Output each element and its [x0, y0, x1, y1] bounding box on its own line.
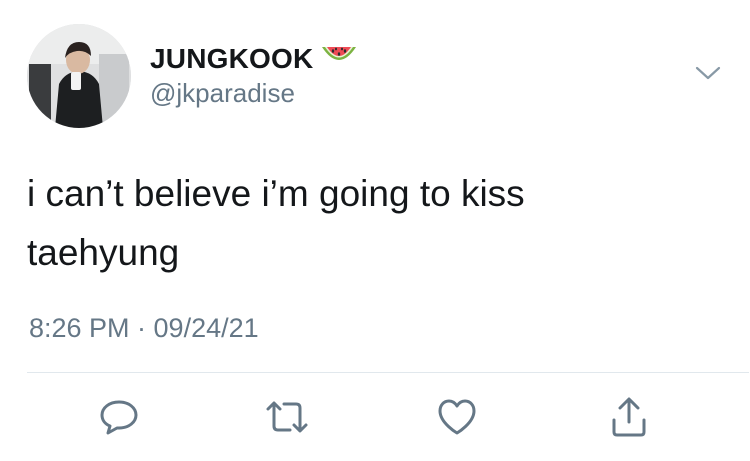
tweet-timestamp[interactable]: 8:26 PM · 09/24/21 [29, 315, 259, 342]
reply-button[interactable] [94, 392, 144, 442]
heart-icon [438, 399, 476, 435]
like-button[interactable] [432, 392, 482, 442]
share-button[interactable] [604, 392, 654, 442]
retweet-icon [266, 401, 308, 433]
chevron-down-icon[interactable] [695, 64, 721, 82]
author-handle[interactable]: @jkparadise [150, 80, 295, 106]
divider [27, 372, 749, 373]
retweet-button[interactable] [262, 392, 312, 442]
author-name-row: JUNGKOOK [150, 43, 358, 74]
tweet-text-line: i can’t believe i’m going to kiss [27, 173, 525, 214]
share-icon [612, 397, 646, 437]
tweet-text-line: taehyung [27, 232, 180, 273]
tweet-actions [0, 392, 750, 448]
avatar[interactable] [27, 24, 131, 128]
reply-icon [100, 400, 138, 435]
display-name[interactable]: JUNGKOOK [150, 44, 313, 73]
tweet-text: i can’t believe i’m going to kiss taehyu… [27, 164, 647, 282]
watermelon-icon [320, 43, 358, 74]
